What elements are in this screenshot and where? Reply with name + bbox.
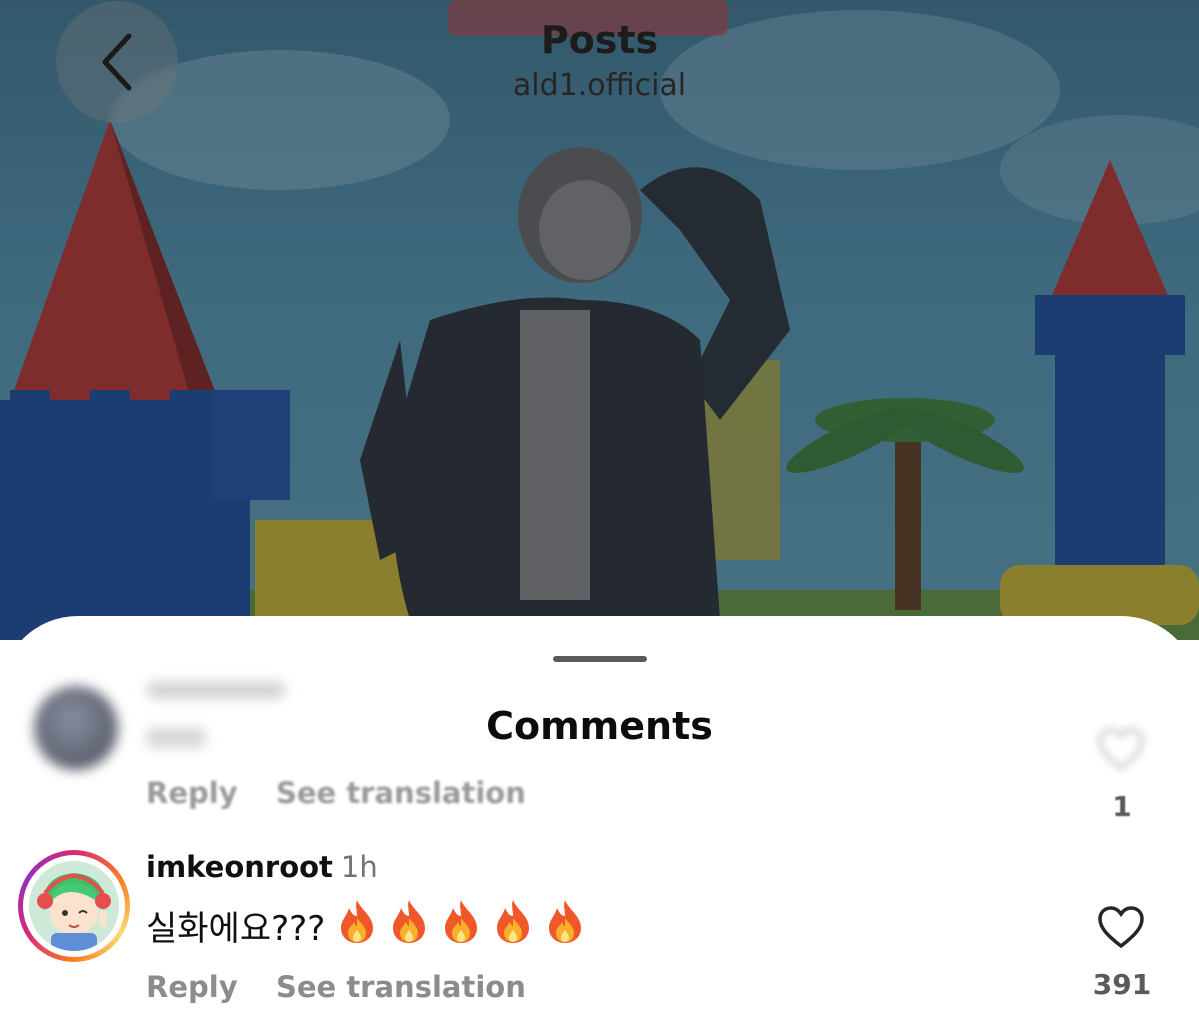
account-name[interactable]: ald1.official (0, 68, 1199, 103)
fire-emoji (549, 900, 582, 943)
reply-button[interactable]: Reply (146, 970, 238, 1004)
comment-body: 실화에요??? (146, 909, 326, 949)
comments-sheet: Reply See translation 1 Comments imkeonr… (0, 616, 1199, 1036)
heart-icon[interactable] (1098, 906, 1144, 948)
like-count: 1 (1112, 790, 1132, 823)
see-translation-button[interactable]: See translation (276, 970, 526, 1004)
fire-emoji (341, 900, 374, 943)
fire-emoji (393, 900, 426, 943)
reply-button[interactable]: Reply (146, 776, 238, 810)
avatar[interactable] (29, 861, 119, 951)
fire-emoji-group (325, 898, 585, 953)
fire-emoji (445, 900, 478, 943)
like-count: 391 (1092, 968, 1152, 1001)
sheet-title: Comments (486, 704, 713, 748)
comment-username[interactable]: imkeonroot 1h (146, 850, 378, 884)
avatar-frame (23, 855, 125, 957)
comment-text: 실화에요??? (146, 898, 585, 953)
comment-username[interactable] (146, 682, 286, 698)
see-translation-button[interactable]: See translation (276, 776, 526, 810)
story-ring[interactable] (18, 850, 130, 962)
username-text[interactable]: imkeonroot (146, 850, 333, 884)
avatar-image (29, 861, 119, 951)
comment-time: 1h (340, 850, 378, 884)
fire-emoji (497, 900, 530, 943)
page-title: Posts (540, 18, 659, 62)
